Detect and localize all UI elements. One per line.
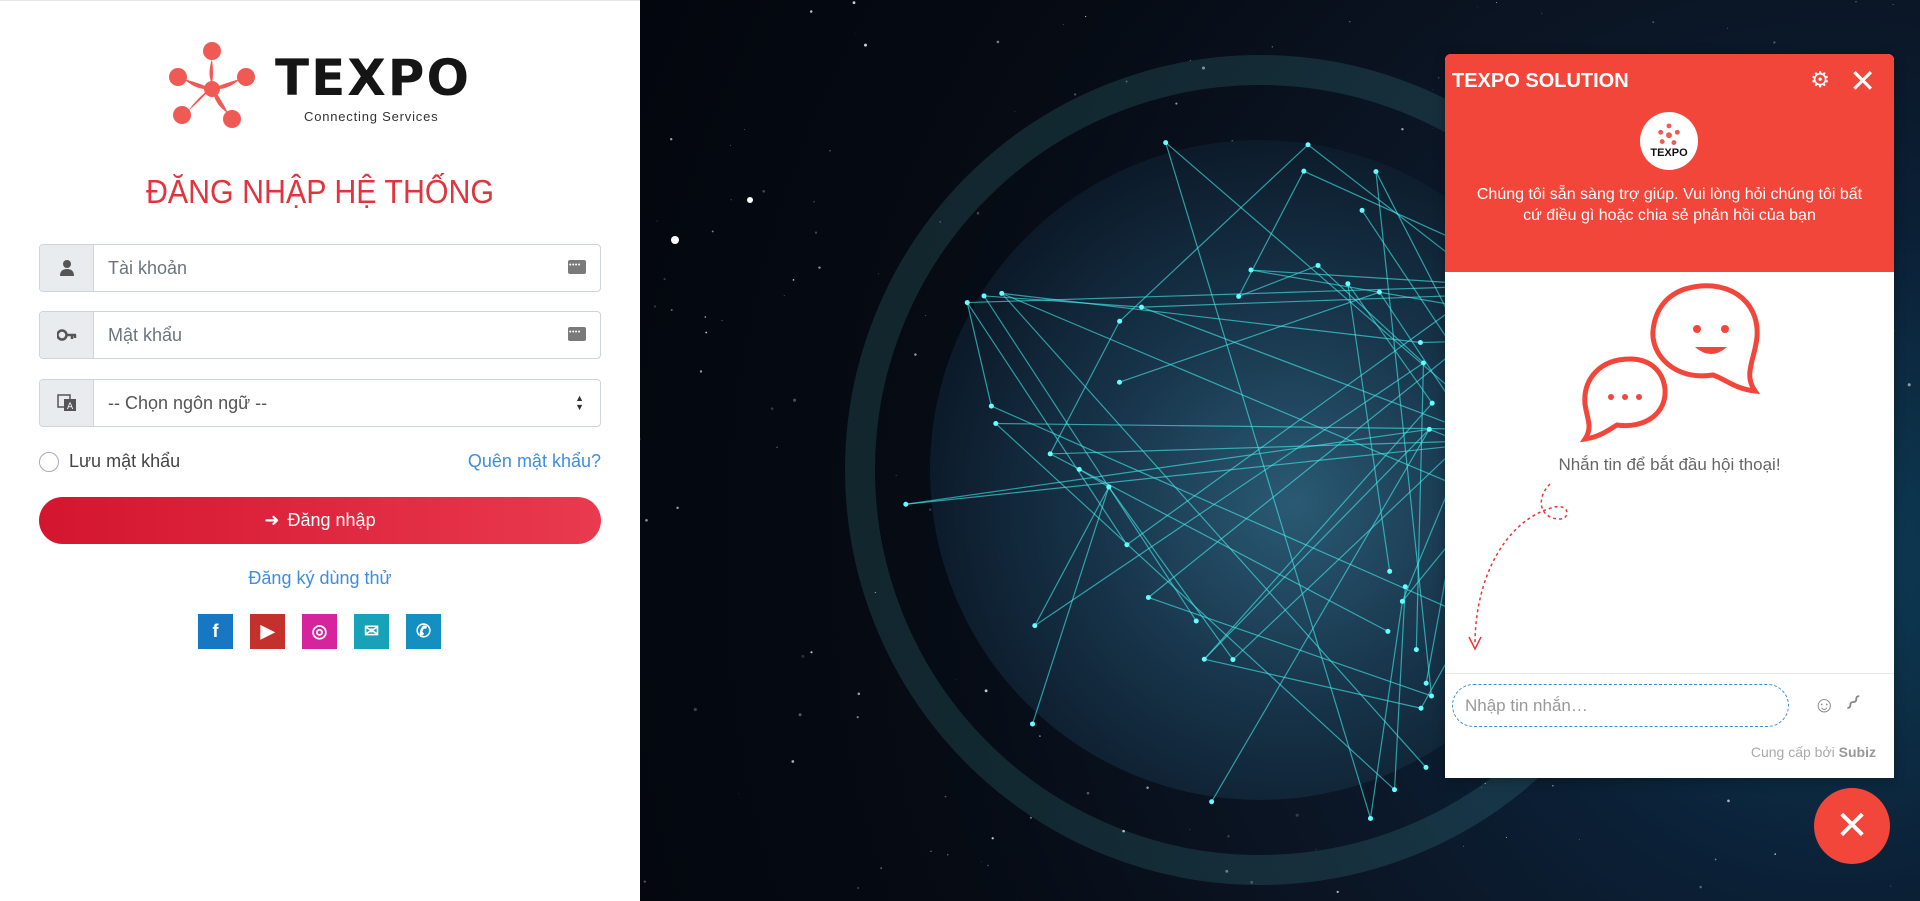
language-select-value: -- Chọn ngôn ngữ --: [108, 392, 268, 413]
facebook-icon[interactable]: f: [198, 614, 233, 649]
login-button-label: Đăng nhập: [287, 510, 376, 530]
page-title: ĐĂNG NHẬP HỆ THỐNG: [145, 173, 495, 210]
chat-divider: [1445, 673, 1894, 674]
chat-empty-state: Nhắn tin để bắt đầu hội thoại!: [1558, 455, 1781, 474]
chat-avatar: TEXPO: [1640, 112, 1698, 170]
select-arrows-icon: ▲ ▼: [575, 393, 584, 412]
key-icon: [40, 312, 94, 358]
attachment-icon[interactable]: ⌇: [1839, 690, 1865, 716]
instagram-icon[interactable]: ◎: [302, 614, 337, 649]
chat-widget: TEXPO SOLUTION ⚙ ✕ TEXPO Chúng tôi sẵn s…: [1445, 54, 1894, 778]
chat-header: TEXPO SOLUTION ⚙ ✕ TEXPO Chúng tôi sẵn s…: [1445, 54, 1894, 272]
chat-toggle-close-button[interactable]: ✕: [1814, 788, 1890, 864]
emoji-icon[interactable]: ☺: [1813, 692, 1835, 718]
email-icon[interactable]: ✉: [354, 614, 389, 649]
dashed-arrow-icon: [1468, 483, 1568, 651]
brand-name: TEXPO: [275, 49, 471, 107]
texpo-logo-icon: [1658, 123, 1680, 145]
forgot-password-link[interactable]: Quên mật khẩu?: [468, 451, 601, 472]
close-icon[interactable]: ✕: [1849, 62, 1876, 100]
powered-by: Cung cấp bởi Subiz: [1751, 744, 1876, 760]
keyboard-icon: [568, 260, 586, 274]
password-field: [39, 311, 601, 359]
gear-icon[interactable]: ⚙: [1810, 67, 1830, 93]
remember-radio[interactable]: [39, 451, 59, 472]
social-links: f ▶ ◎ ✉ ✆: [198, 614, 441, 649]
sign-in-icon: ➜: [264, 510, 280, 530]
powered-by-brand[interactable]: Subiz: [1839, 744, 1876, 760]
svg-text:A: A: [67, 402, 74, 412]
chat-bubbles-icon: [1579, 283, 1761, 443]
translate-icon: A: [40, 380, 94, 426]
user-icon: [40, 245, 94, 291]
language-select[interactable]: A -- Chọn ngôn ngữ -- ▲ ▼: [39, 379, 601, 427]
avatar-text: TEXPO: [1650, 147, 1688, 159]
youtube-icon[interactable]: ▶: [250, 614, 285, 649]
chat-greeting: Chúng tôi sẵn sàng trợ giúp. Vui lòng hỏ…: [1476, 186, 1863, 224]
texpo-logo-icon: [169, 42, 255, 128]
remember-label: Lưu mật khẩu: [69, 451, 181, 471]
chat-title: TEXPO SOLUTION: [1452, 70, 1629, 92]
password-input[interactable]: [94, 312, 600, 358]
texpo-logo: TEXPO Connecting Services: [162, 39, 482, 129]
keyboard-icon: [568, 327, 586, 341]
remember-password[interactable]: Lưu mật khẩu: [39, 451, 180, 472]
phone-icon[interactable]: ✆: [406, 614, 441, 649]
powered-by-text: Cung cấp bởi: [1750, 744, 1835, 760]
login-panel: TEXPO Connecting Services ĐĂNG NHẬP HỆ T…: [0, 0, 640, 901]
brand-tagline: Connecting Services: [304, 109, 439, 124]
username-field: [39, 244, 601, 292]
chat-message-input[interactable]: [1452, 684, 1789, 727]
username-input[interactable]: [94, 245, 600, 291]
login-page: TEXPO Connecting Services ĐĂNG NHẬP HỆ T…: [0, 0, 1920, 901]
register-trial-link[interactable]: Đăng ký dùng thử: [0, 568, 640, 589]
login-button[interactable]: ➜ Đăng nhập: [39, 497, 601, 544]
